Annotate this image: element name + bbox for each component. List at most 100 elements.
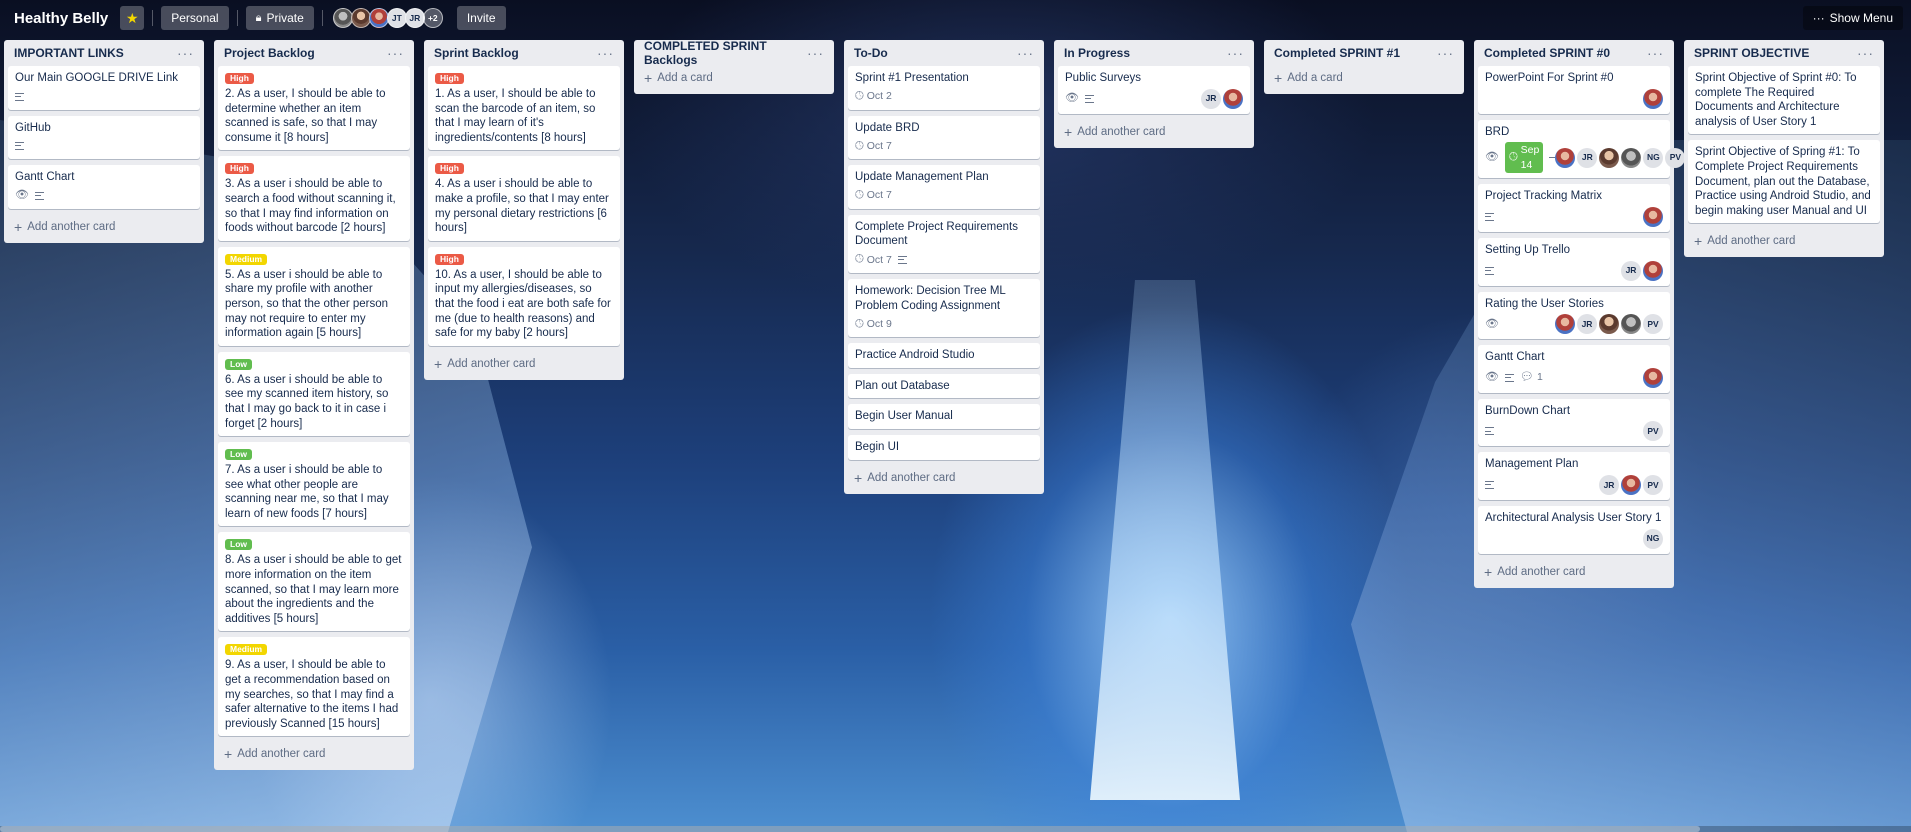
card[interactable]: Practice Android Studio (848, 343, 1040, 368)
add-another-card-button[interactable]: + Add another card (848, 466, 1040, 490)
list-title[interactable]: IMPORTANT LINKS (14, 46, 124, 60)
card[interactable]: Gantt Chart 👁︎ 💬︎ 1 (1478, 345, 1670, 393)
card[interactable]: High 1. As a user, I should be able to sc… (428, 66, 620, 151)
card[interactable]: High 2. As a user, I should be able to de… (218, 66, 410, 151)
member-avatar[interactable]: PV (1643, 474, 1663, 495)
member-avatar[interactable] (1643, 260, 1663, 281)
due-date-badge[interactable]: 🕓︎ Oct 9 (855, 317, 892, 332)
card[interactable]: Public Surveys 👁︎ JR (1058, 66, 1250, 114)
card[interactable]: Update Management Plan 🕓︎ Oct 7 (848, 165, 1040, 209)
list-menu-button[interactable]: ··· (1857, 45, 1874, 61)
card[interactable]: Begin User Manual (848, 404, 1040, 429)
add-another-card-button[interactable]: + Add another card (1058, 120, 1250, 144)
member-avatar[interactable]: JT (386, 8, 407, 28)
member-avatar[interactable] (332, 8, 353, 28)
card[interactable]: High 10. As a user, I should be able to i… (428, 246, 620, 346)
card[interactable]: Low 7. As a user i should be able to see … (218, 442, 410, 527)
list-menu-button[interactable]: ··· (1647, 45, 1664, 61)
member-avatar[interactable] (1621, 314, 1641, 335)
card[interactable]: High 3. As a user i should be able to sea… (218, 156, 410, 241)
card[interactable]: Sprint Objective of Spring #1: To Comple… (1688, 140, 1880, 224)
list-title[interactable]: In Progress (1064, 46, 1130, 60)
due-date-badge[interactable]: 🕓︎ Sep 14 (1504, 142, 1544, 174)
member-avatar[interactable] (1643, 88, 1663, 109)
member-avatar[interactable]: JR (1599, 474, 1619, 495)
list-menu-button[interactable]: ··· (387, 45, 404, 61)
member-avatar[interactable]: JR (1577, 314, 1597, 335)
privacy-button[interactable]: 🔒︎ Private (245, 6, 314, 30)
card[interactable]: PowerPoint For Sprint #0 (1478, 66, 1670, 114)
member-avatar[interactable]: JR (1577, 147, 1598, 168)
list-title[interactable]: To-Do (854, 46, 888, 60)
add-another-card-button[interactable]: + Add another card (218, 742, 410, 766)
list-title[interactable]: Completed SPRINT #1 (1274, 46, 1400, 60)
list-title[interactable]: SPRINT OBJECTIVE (1694, 46, 1809, 60)
due-date-badge[interactable]: 🕓︎ Oct 7 (855, 188, 892, 203)
star-button[interactable]: ★ (120, 6, 145, 30)
due-date-badge[interactable]: 🕓︎ Oct 7 (855, 253, 892, 268)
member-avatar[interactable] (1643, 206, 1663, 227)
more-members-button[interactable]: +2 (422, 8, 443, 28)
list-title[interactable]: COMPLETED SPRINT Backlogs (644, 39, 807, 67)
add-another-card-button[interactable]: + Add another card (8, 215, 200, 239)
member-avatar[interactable] (1555, 147, 1576, 168)
card[interactable]: Our Main GOOGLE DRIVE Link (8, 66, 200, 110)
add-another-card-button[interactable]: + Add another card (1688, 229, 1880, 253)
list-menu-button[interactable]: ··· (1437, 45, 1454, 61)
scrollbar-thumb[interactable] (0, 826, 1700, 832)
card[interactable]: BRD 👁︎ 🕓︎ Sep 14 JR NG PV (1478, 119, 1686, 179)
card[interactable]: Homework: Decision Tree ML Problem Codin… (848, 278, 1040, 338)
board-title[interactable]: Healthy Belly (8, 10, 114, 27)
list-menu-button[interactable]: ··· (1017, 45, 1034, 61)
member-avatar[interactable]: NG (1643, 147, 1664, 168)
card[interactable]: Gantt Chart 👁︎ (8, 165, 200, 209)
list-menu-button[interactable]: ··· (177, 45, 194, 61)
due-date-badge[interactable]: 🕓︎ Oct 2 (855, 89, 892, 104)
card[interactable]: Low 6. As a user i should be able to see … (218, 351, 410, 437)
list-menu-button[interactable]: ··· (597, 45, 614, 61)
member-avatar[interactable] (350, 8, 371, 28)
board-scrollbar[interactable] (0, 826, 1911, 832)
member-avatar[interactable]: JR (1621, 260, 1641, 281)
card[interactable]: Management Plan JR PV (1478, 452, 1670, 500)
card[interactable]: Sprint #1 Presentation 🕓︎ Oct 2 (848, 66, 1040, 110)
list-menu-button[interactable]: ··· (807, 45, 824, 61)
member-avatar[interactable] (1599, 147, 1620, 168)
show-menu-button[interactable]: ··· Show Menu (1802, 6, 1903, 30)
member-avatar[interactable] (368, 8, 389, 28)
list-menu-button[interactable]: ··· (1227, 45, 1244, 61)
card[interactable]: Rating the User Stories 👁︎ JR PV (1478, 291, 1670, 340)
member-avatar[interactable]: NG (1643, 528, 1663, 549)
card[interactable]: Begin UI (848, 434, 1040, 460)
card[interactable]: Architectural Analysis User Story 1 NG (1478, 505, 1670, 554)
add-another-card-button[interactable]: + Add another card (1478, 560, 1670, 584)
list-title[interactable]: Sprint Backlog (434, 46, 519, 60)
list-title[interactable]: Project Backlog (224, 46, 315, 60)
list-title[interactable]: Completed SPRINT #0 (1484, 46, 1610, 60)
member-avatar[interactable]: PV (1643, 421, 1663, 442)
add-another-card-button[interactable]: + Add another card (428, 352, 620, 376)
card[interactable]: Project Tracking Matrix (1478, 184, 1670, 232)
card[interactable]: Low 8. As a user i should be able to get … (218, 532, 410, 632)
due-date-badge[interactable]: 🕓︎ Oct 7 (855, 139, 892, 154)
member-avatar[interactable] (1599, 314, 1619, 335)
card[interactable]: Update BRD 🕓︎ Oct 7 (848, 115, 1040, 160)
member-avatar[interactable] (1621, 474, 1641, 495)
card[interactable]: GitHub (8, 115, 200, 160)
card[interactable]: Plan out Database (848, 373, 1040, 399)
card[interactable]: Medium 9. As a user, I should be able to … (218, 637, 410, 737)
member-avatar[interactable] (1621, 147, 1642, 168)
card[interactable]: BurnDown Chart PV (1478, 398, 1670, 447)
member-avatar[interactable]: PV (1643, 314, 1663, 335)
add-a-card-button[interactable]: + Add a card (1268, 66, 1460, 90)
member-avatar[interactable]: JR (1201, 88, 1221, 109)
invite-button[interactable]: Invite (456, 6, 506, 30)
member-avatar[interactable] (1223, 88, 1243, 109)
card[interactable]: Setting Up Trello JR (1478, 237, 1670, 286)
add-a-card-button[interactable]: + Add a card (638, 66, 830, 90)
team-visibility-button[interactable]: Personal (161, 6, 229, 30)
member-avatar[interactable] (1555, 314, 1575, 335)
card[interactable]: High 4. As a user i should be able to mak… (428, 156, 620, 241)
card[interactable]: Complete Project Requirements Document 🕓︎… (848, 214, 1040, 273)
card[interactable]: Sprint Objective of Sprint #0: To comple… (1688, 66, 1880, 135)
